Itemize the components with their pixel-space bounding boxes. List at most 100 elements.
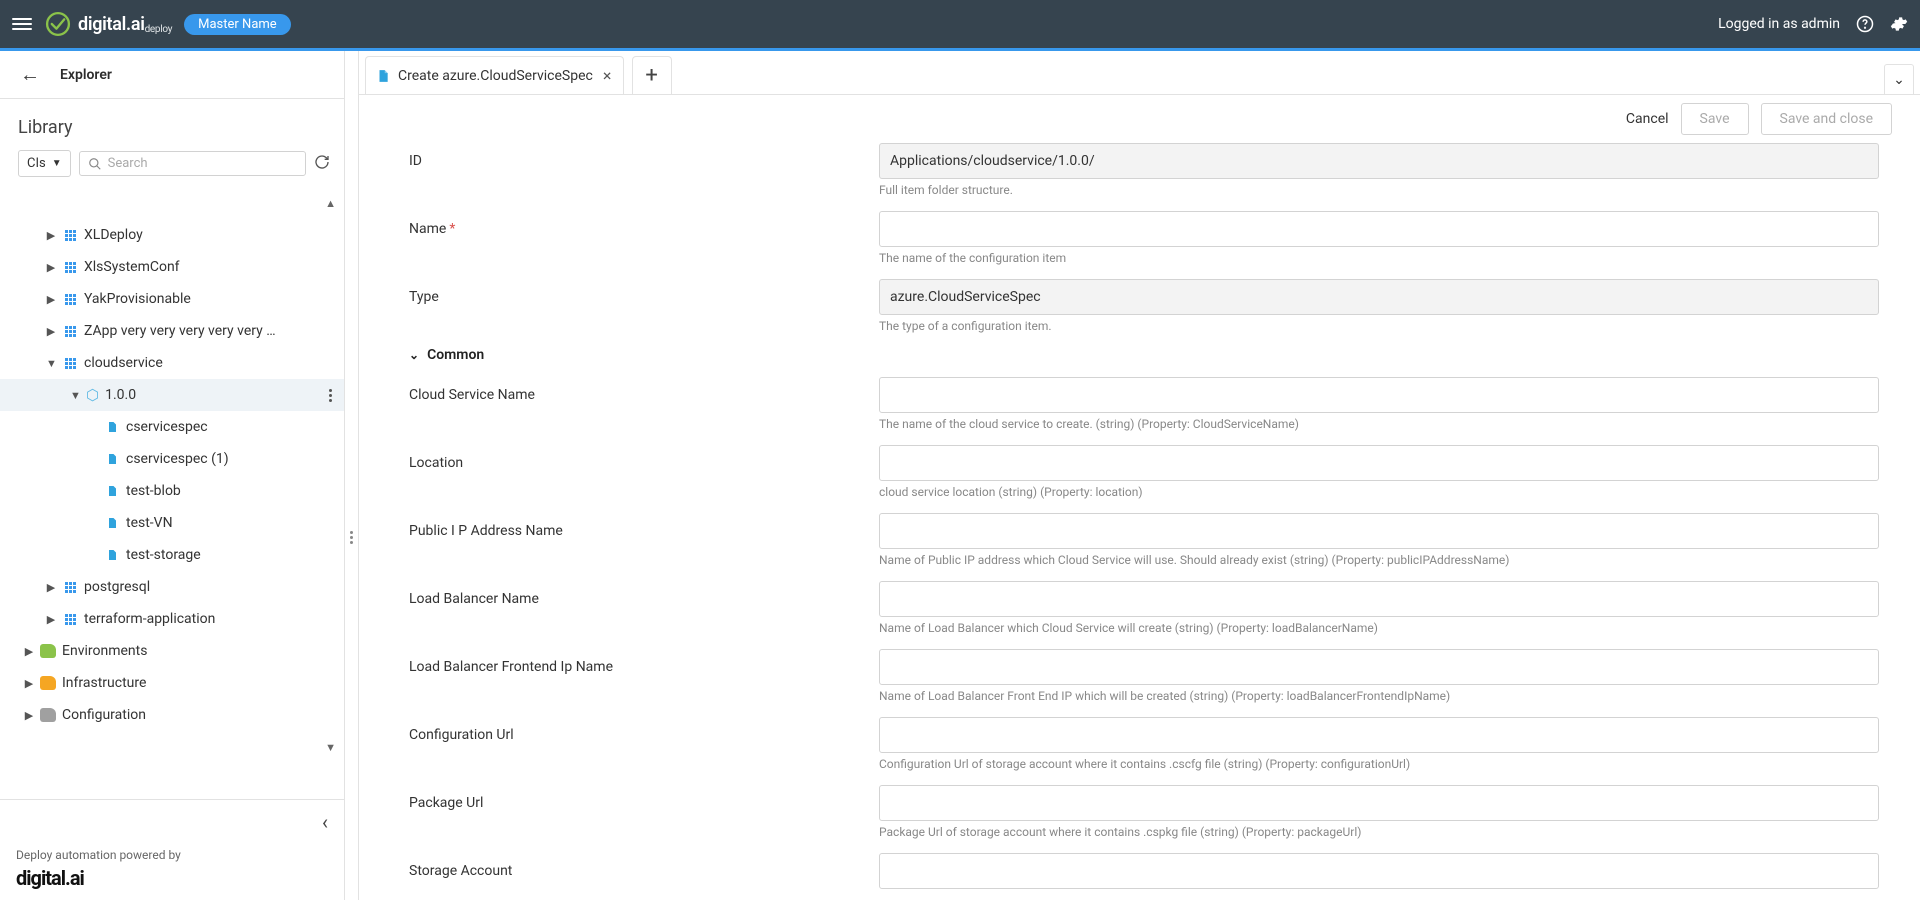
field-label: Cloud Service Name [409,377,859,403]
file-icon [104,483,120,499]
tree-child-item[interactable]: test-storage [0,539,344,571]
brand-logo: digital.aideploy [44,10,172,38]
refresh-icon[interactable] [314,154,332,174]
tree-scroll-down[interactable]: ▼ [0,731,344,763]
field-label: Public I P Address Name [409,513,859,539]
chevron-down-icon: ⌄ [409,348,419,362]
field-input-0[interactable] [879,377,1879,413]
tab-label: Create azure.CloudServiceSpec [398,68,593,84]
tree-item-label: ZApp very very very very very … [84,323,276,339]
environment-pill[interactable]: Master Name [184,14,291,35]
field-label: Configuration Url [409,717,859,743]
tree-item-label: XlsSystemConf [84,259,180,275]
field-help: The name of the cloud service to create.… [879,417,1879,431]
ci-tree: ▲▶XLDeploy▶XlsSystemConf▶YakProvisionabl… [0,187,344,799]
name-label: Name* [409,211,859,237]
tree-item-label: XLDeploy [84,227,143,243]
field-label: Storage Account [409,853,859,879]
root-icon [40,707,56,723]
field-label: Load Balancer Name [409,581,859,607]
field-help: cloud service location (string) (Propert… [879,485,1879,499]
name-field[interactable] [879,211,1879,247]
kebab-menu-icon[interactable] [325,385,336,406]
tabstrip: Create azure.CloudServiceSpec × + ⌄ [359,51,1920,95]
field-input-6[interactable] [879,785,1879,821]
form-area: ID Full item folder structure. Name* The… [359,143,1920,900]
explorer-title: Explorer [60,67,112,83]
id-field [879,143,1879,179]
field-input-2[interactable] [879,513,1879,549]
tree-root-item[interactable]: ▶Infrastructure [0,667,344,699]
tree-child-item[interactable]: test-VN [0,507,344,539]
tree-item[interactable]: ▼cloudservice [0,347,344,379]
tree-item-label: cloudservice [84,355,163,371]
hamburger-menu-icon[interactable] [12,18,32,30]
tabstrip-overflow-icon[interactable]: ⌄ [1884,64,1914,94]
collapse-sidebar-icon[interactable]: ‹ [322,810,328,834]
tree-item[interactable]: ▶YakProvisionable [0,283,344,315]
tree-child-item[interactable]: cservicespec [0,411,344,443]
tab-create-ci[interactable]: Create azure.CloudServiceSpec × [365,56,624,94]
field-help: Name of Load Balancer which Cloud Servic… [879,621,1879,635]
tree-item[interactable]: ▶XLDeploy [0,219,344,251]
gear-icon[interactable] [1890,15,1908,33]
ci-type-dropdown[interactable]: CIs▼ [18,150,71,177]
tree-version-item[interactable]: ▼⬡1.0.0 [0,379,344,411]
type-field [879,279,1879,315]
library-title: Library [0,99,344,150]
save-and-close-button[interactable]: Save and close [1761,103,1893,135]
help-icon[interactable] [1856,15,1874,33]
form-actionbar: Cancel Save Save and close [359,95,1920,143]
panel-drag-rail[interactable] [345,51,359,900]
save-button[interactable]: Save [1681,103,1749,135]
tree-item[interactable]: ▶ZApp very very very very very … [0,315,344,347]
tree-item-label: 1.0.0 [105,387,136,403]
back-arrow-icon[interactable]: ← [20,62,40,87]
field-help: Name of Load Balancer Front End IP which… [879,689,1879,703]
sidebar: ← Explorer Library CIs▼ ▲▶XLDeploy▶XlsSy… [0,51,345,900]
field-help: Configuration Url of storage account whe… [879,757,1879,771]
search-input[interactable] [108,156,297,171]
add-tab-button[interactable]: + [632,56,672,94]
root-icon [40,643,56,659]
tree-item-label: test-storage [126,547,201,563]
id-label: ID [409,143,859,169]
tree-scroll-up[interactable]: ▲ [0,187,344,219]
explorer-header: ← Explorer [0,51,344,99]
root-icon [40,675,56,691]
tree-item-label: test-blob [126,483,181,499]
tree-item[interactable]: ▶postgresql [0,571,344,603]
footer-poweredby: Deploy automation powered by [16,848,328,862]
tree-child-item[interactable]: test-blob [0,475,344,507]
tree-item-label: cservicespec [126,419,208,435]
field-input-3[interactable] [879,581,1879,617]
field-input-7[interactable] [879,853,1879,889]
field-input-1[interactable] [879,445,1879,481]
tree-item-label: Configuration [62,707,146,723]
type-label: Type [409,279,859,305]
file-icon [104,547,120,563]
brand-mark-icon [44,10,72,38]
field-input-5[interactable] [879,717,1879,753]
tree-root-item[interactable]: ▶Environments [0,635,344,667]
tree-item[interactable]: ▶XlsSystemConf [0,251,344,283]
close-tab-icon[interactable]: × [601,66,614,85]
tree-item[interactable]: ▶terraform-application [0,603,344,635]
tree-root-item[interactable]: ▶Configuration [0,699,344,731]
file-icon [376,68,390,84]
field-input-4[interactable] [879,649,1879,685]
name-help: The name of the configuration item [879,251,1879,265]
field-label: Location [409,445,859,471]
field-label: Load Balancer Frontend Ip Name [409,649,859,675]
search-icon [88,157,102,171]
cancel-button[interactable]: Cancel [1626,111,1669,127]
tree-item-label: cservicespec (1) [126,451,229,467]
main-panel: Create azure.CloudServiceSpec × + ⌄ Canc… [359,51,1920,900]
file-icon [104,451,120,467]
tree-item-label: test-VN [126,515,173,531]
section-common-toggle[interactable]: ⌄ Common [409,347,1892,363]
id-help: Full item folder structure. [879,183,1879,197]
tree-item-label: terraform-application [84,611,215,627]
tree-child-item[interactable]: cservicespec (1) [0,443,344,475]
search-input-wrap [79,151,306,176]
